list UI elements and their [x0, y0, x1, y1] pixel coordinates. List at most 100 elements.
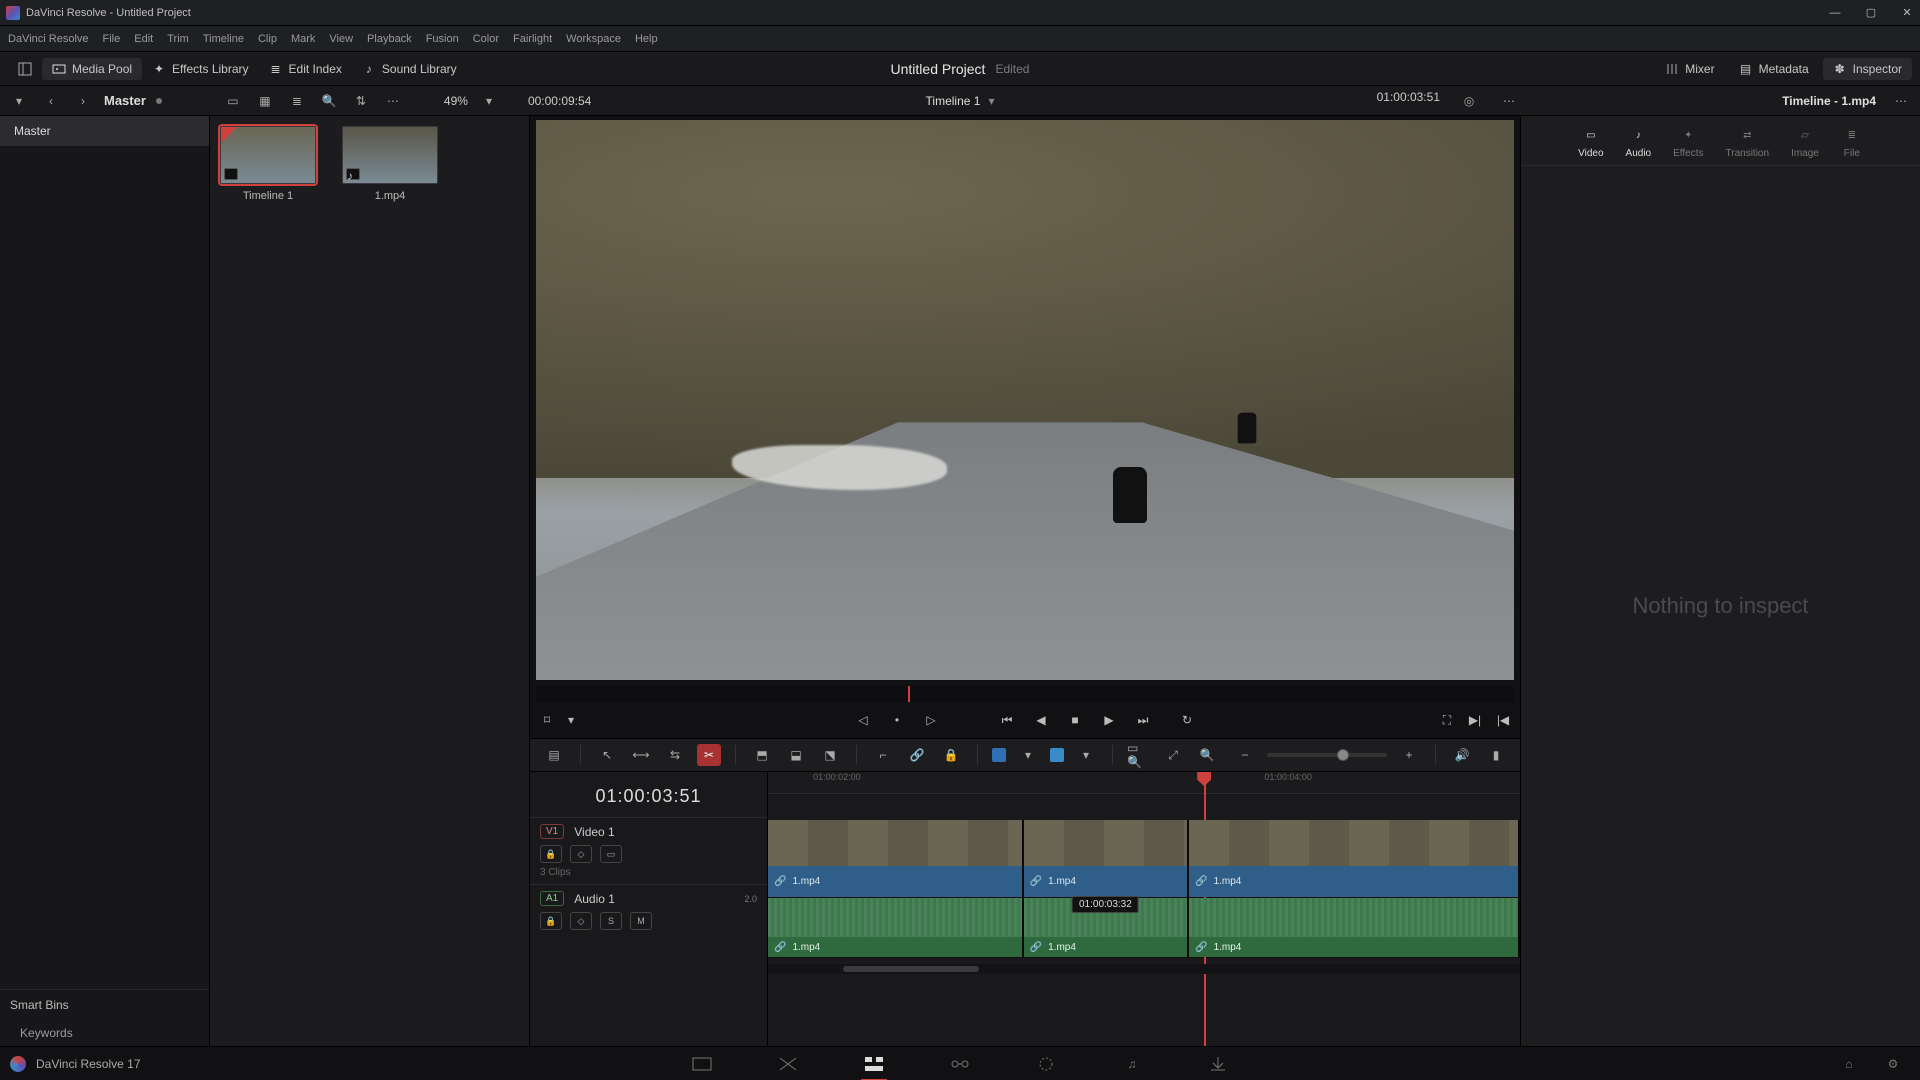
- menu-timeline[interactable]: Timeline: [203, 33, 244, 45]
- viewer-scrubber[interactable]: [536, 686, 1514, 702]
- sound-library-toggle[interactable]: ♪Sound Library: [352, 58, 467, 80]
- window-maximize-button[interactable]: ▢: [1864, 6, 1878, 20]
- go-last-button[interactable]: ⏭: [1134, 711, 1152, 729]
- scrollbar-thumb[interactable]: [843, 966, 978, 972]
- program-viewer[interactable]: [536, 120, 1514, 680]
- viewer-zoom-percent[interactable]: 49%: [444, 94, 468, 108]
- menu-fusion[interactable]: Fusion: [426, 33, 459, 45]
- home-button[interactable]: ⌂: [1836, 1053, 1862, 1075]
- snap-button[interactable]: ⌐: [871, 744, 895, 766]
- edit-index-toggle[interactable]: ≣Edit Index: [259, 58, 352, 80]
- insert-clip-button[interactable]: ⬒: [750, 744, 774, 766]
- track-lock-button[interactable]: 🔒: [540, 912, 562, 930]
- window-minimize-button[interactable]: —: [1828, 6, 1842, 20]
- pool-item-timeline[interactable]: Timeline 1: [220, 126, 316, 202]
- play-button[interactable]: ▶: [1100, 711, 1118, 729]
- effects-library-toggle[interactable]: ✦Effects Library: [142, 58, 258, 80]
- audio-monitor-icon[interactable]: 🔊: [1450, 744, 1474, 766]
- view-metadata-icon[interactable]: ▭: [222, 90, 244, 112]
- page-edit-button[interactable]: [861, 1053, 887, 1075]
- menu-trim[interactable]: Trim: [167, 33, 189, 45]
- video-track-header[interactable]: V1 Video 1 🔒 ◇ ▭ 3 Clips: [530, 817, 767, 884]
- viewer-options-icon[interactable]: ⋯: [1498, 90, 1520, 112]
- page-fairlight-button[interactable]: ♫: [1119, 1053, 1145, 1075]
- smart-bin-keywords[interactable]: Keywords: [0, 1020, 209, 1046]
- bin-nav-forward[interactable]: ›: [72, 90, 94, 112]
- timeline-view-options-button[interactable]: ▤: [542, 744, 566, 766]
- step-back-button[interactable]: ◀: [1032, 711, 1050, 729]
- audio-clip[interactable]: 01:00:03:32 🔗1.mp4: [1024, 898, 1189, 957]
- menu-view[interactable]: View: [329, 33, 353, 45]
- view-list-icon[interactable]: ≣: [286, 90, 308, 112]
- lock-button[interactable]: 🔒: [939, 744, 963, 766]
- go-first-button[interactable]: ⏮: [998, 711, 1016, 729]
- next-edit-button[interactable]: ▶|: [1466, 711, 1484, 729]
- inspector-tab-file[interactable]: ≣File: [1841, 126, 1863, 159]
- menu-file[interactable]: File: [103, 33, 121, 45]
- zoom-slider-thumb[interactable]: [1337, 749, 1349, 761]
- video-clip[interactable]: 🔗1.mp4: [768, 820, 1024, 897]
- inspector-tab-audio[interactable]: ♪Audio: [1626, 126, 1652, 159]
- video-track-lane[interactable]: 🔗1.mp4 🔗1.mp4 🔗1.mp4: [768, 820, 1520, 898]
- dynamic-trim-button[interactable]: ⇆: [663, 744, 687, 766]
- page-color-button[interactable]: [1033, 1053, 1059, 1075]
- bin-nav-dropdown[interactable]: ▾: [8, 90, 30, 112]
- menu-clip[interactable]: Clip: [258, 33, 277, 45]
- timeline-body[interactable]: 01:00:02:00 01:00:04:00 🔗1.mp4: [768, 772, 1520, 1046]
- search-icon[interactable]: 🔍: [318, 90, 340, 112]
- inspector-toggle[interactable]: ✽Inspector: [1823, 58, 1912, 80]
- bin-nav-back[interactable]: ‹: [40, 90, 62, 112]
- timeline-timecode[interactable]: 01:00:03:51: [530, 772, 767, 817]
- mixer-toggle[interactable]: Mixer: [1655, 58, 1724, 80]
- track-enable-button[interactable]: ▭: [600, 845, 622, 863]
- link-button[interactable]: 🔗: [905, 744, 929, 766]
- video-clip[interactable]: 🔗1.mp4: [1024, 820, 1189, 897]
- chevron-down-icon[interactable]: ▾: [562, 711, 580, 729]
- audio-clip[interactable]: 🔗1.mp4: [1189, 898, 1520, 957]
- view-thumbnail-icon[interactable]: ▦: [254, 90, 276, 112]
- zoom-fit-button[interactable]: ⤢: [1161, 744, 1185, 766]
- prev-edit-button[interactable]: |◀: [1494, 711, 1512, 729]
- menu-playback[interactable]: Playback: [367, 33, 412, 45]
- audio-track-tag[interactable]: A1: [540, 891, 564, 906]
- window-close-button[interactable]: ✕: [1900, 6, 1914, 20]
- track-mute-button[interactable]: M: [630, 912, 652, 930]
- project-settings-button[interactable]: ⚙: [1880, 1053, 1906, 1075]
- viewer-timeline-name[interactable]: Timeline 1: [926, 94, 981, 108]
- page-media-button[interactable]: [689, 1053, 715, 1075]
- track-auto-select-button[interactable]: ◇: [570, 912, 592, 930]
- page-deliver-button[interactable]: [1205, 1053, 1231, 1075]
- menu-help[interactable]: Help: [635, 33, 658, 45]
- selection-tool-button[interactable]: ↖: [595, 744, 619, 766]
- inspector-tab-effects[interactable]: ✦Effects: [1673, 126, 1703, 159]
- meters-icon[interactable]: ▮: [1484, 744, 1508, 766]
- inspector-tab-image[interactable]: ▱Image: [1791, 126, 1819, 159]
- viewer-expand-button[interactable]: ⛶: [1438, 711, 1456, 729]
- panel-layout-button[interactable]: [8, 58, 42, 80]
- detail-zoom-button[interactable]: 🔍: [1195, 744, 1219, 766]
- blade-tool-button[interactable]: ✂: [697, 744, 721, 766]
- zoom-dropdown-icon[interactable]: ▾: [478, 90, 500, 112]
- inspector-options-icon[interactable]: ⋯: [1890, 90, 1912, 112]
- replace-clip-button[interactable]: ⬔: [818, 744, 842, 766]
- zoom-slider[interactable]: [1267, 753, 1387, 757]
- pool-options-icon[interactable]: ⋯: [382, 90, 404, 112]
- loop-button[interactable]: ↻: [1178, 711, 1196, 729]
- timeline-ruler[interactable]: 01:00:02:00 01:00:04:00: [768, 772, 1520, 794]
- video-clip[interactable]: 🔗1.mp4: [1189, 820, 1520, 897]
- stop-button[interactable]: ■: [1066, 711, 1084, 729]
- menu-edit[interactable]: Edit: [134, 33, 153, 45]
- marker-dropdown-icon[interactable]: ▾: [1074, 744, 1098, 766]
- jog-prev-icon[interactable]: ◁: [854, 711, 872, 729]
- flag-dropdown-icon[interactable]: ▾: [1016, 744, 1040, 766]
- menu-mark[interactable]: Mark: [291, 33, 315, 45]
- viewer-sync-icon[interactable]: ◎: [1458, 90, 1480, 112]
- menu-workspace[interactable]: Workspace: [566, 33, 621, 45]
- video-track-tag[interactable]: V1: [540, 824, 564, 839]
- marker-blue-icon[interactable]: [1050, 748, 1064, 762]
- track-lock-button[interactable]: 🔒: [540, 845, 562, 863]
- metadata-toggle[interactable]: ▤Metadata: [1729, 58, 1819, 80]
- track-solo-button[interactable]: S: [600, 912, 622, 930]
- trim-tool-button[interactable]: ⟷: [629, 744, 653, 766]
- timeline-hscrollbar[interactable]: [768, 964, 1520, 974]
